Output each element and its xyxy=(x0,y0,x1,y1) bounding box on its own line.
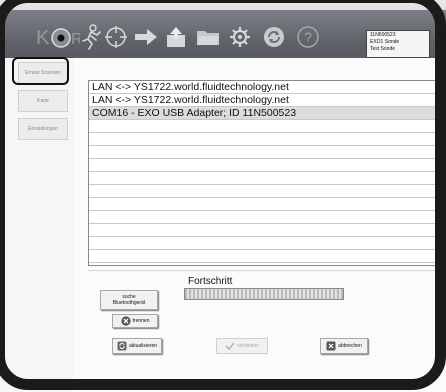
sync-icon[interactable] xyxy=(262,25,286,49)
connect-label: verbinden xyxy=(237,343,259,349)
empty-row xyxy=(89,198,446,211)
progress-bar xyxy=(184,288,344,300)
device-name: Test Sonde xyxy=(370,46,396,52)
empty-row xyxy=(89,172,446,185)
refresh-label: aktualisieren xyxy=(128,343,158,349)
refresh-button[interactable]: aktualisieren xyxy=(112,338,162,354)
runner-icon[interactable] xyxy=(80,24,102,50)
empty-row xyxy=(89,224,446,237)
kor-logo-icon: K R xyxy=(36,27,80,49)
search-bluetooth-label: suche Bluetoothgerät xyxy=(112,294,146,306)
cancel-label: abbrechen xyxy=(338,343,362,349)
progress-label: Fortschritt xyxy=(188,276,233,287)
disconnect-label: trennen xyxy=(132,318,150,324)
crosshair-icon[interactable] xyxy=(104,25,128,49)
list-item[interactable]: LAN <-> YS1722.world.fluidtechnology.net xyxy=(89,81,446,94)
empty-row xyxy=(89,211,446,224)
svg-text:K: K xyxy=(36,27,50,49)
disconnect-icon xyxy=(120,316,131,326)
device-serial: 11N500523 xyxy=(370,32,396,38)
empty-row xyxy=(89,250,446,263)
checkmark-icon xyxy=(225,341,235,351)
empty-row xyxy=(89,146,446,159)
arrow-right-icon[interactable] xyxy=(134,28,158,46)
empty-row xyxy=(89,120,446,133)
sidebar-item-map[interactable]: Karte xyxy=(18,90,68,112)
connection-list[interactable]: LAN <-> YS1722.world.fluidtechnology.net… xyxy=(88,80,446,266)
device-info-box: 11N500523 EXO1 Sonde Test Sonde xyxy=(366,30,430,58)
connect-button[interactable]: verbinden xyxy=(216,338,268,354)
device-model: EXO1 Sonde xyxy=(370,39,400,45)
sidebar-item-settings[interactable]: Einstellungen xyxy=(18,118,68,140)
empty-row xyxy=(89,133,446,146)
svg-text:?: ? xyxy=(304,29,312,45)
help-icon[interactable]: ? xyxy=(296,25,320,49)
folder-icon[interactable] xyxy=(196,28,220,46)
divider xyxy=(88,270,446,271)
gear-icon[interactable] xyxy=(228,25,252,49)
refresh-icon xyxy=(117,341,127,351)
disconnect-button[interactable]: trennen xyxy=(112,314,158,328)
sidebar-item-label: Karte xyxy=(37,98,49,104)
svg-text:R: R xyxy=(71,31,80,48)
callout-highlight xyxy=(12,57,69,85)
list-item[interactable]: LAN <-> YS1722.world.fluidtechnology.net xyxy=(89,94,446,107)
search-bluetooth-button[interactable]: suche Bluetoothgerät xyxy=(100,290,158,310)
app-window: K R ? 11N500523 EXO1 Sonde Test Sonde Er… xyxy=(0,0,446,392)
cancel-button[interactable]: abbrechen xyxy=(320,338,368,354)
close-icon xyxy=(326,341,336,351)
empty-row xyxy=(89,159,446,172)
empty-row xyxy=(89,185,446,198)
upload-icon[interactable] xyxy=(164,26,188,48)
list-item-selected[interactable]: COM16 - EXO USB Adapter; ID 11N500523 xyxy=(89,107,446,120)
empty-row xyxy=(89,237,446,250)
sidebar-item-label: Einstellungen xyxy=(27,126,59,132)
